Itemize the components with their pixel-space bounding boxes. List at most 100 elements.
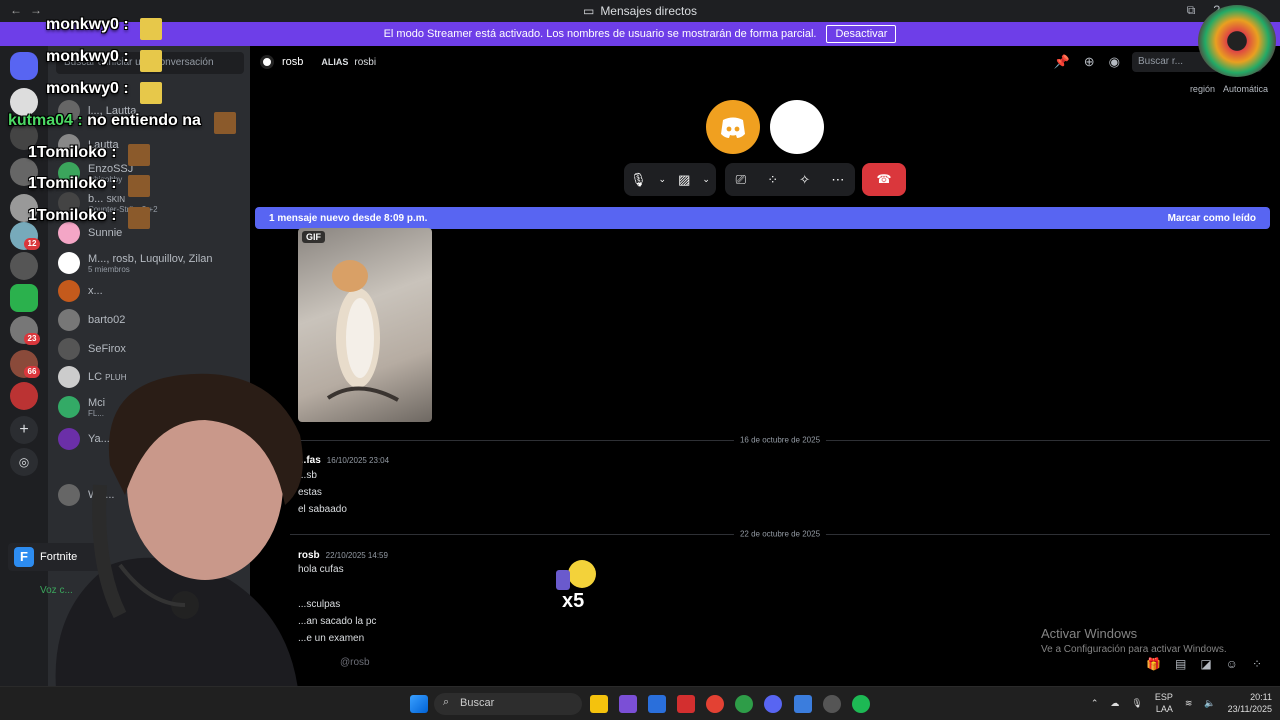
app-icon[interactable] <box>794 695 812 713</box>
disable-streamer-button[interactable]: Desactivar <box>826 25 897 43</box>
date-divider-text: 22 de octubre de 2025 <box>733 529 827 539</box>
dm-name: EnzoSSJ <box>88 162 134 175</box>
banner-text: El modo Streamer está activado. Los nomb… <box>383 28 817 40</box>
streamer-mode-banner: El modo Streamer está activado. Los nomb… <box>0 22 1280 46</box>
chat-user: 1Tomiloko : <box>28 207 117 224</box>
streamer-logo <box>1198 5 1276 77</box>
chrome-icon[interactable] <box>735 695 753 713</box>
app-icon[interactable] <box>677 695 695 713</box>
new-messages-bar[interactable]: 1 mensaje nuevo desde 8:09 p.m. Marcar c… <box>255 207 1270 229</box>
unread-badge: 12 <box>24 238 40 250</box>
screen-share-icon[interactable]: ⎚ <box>736 172 746 188</box>
server-icon[interactable] <box>10 284 38 312</box>
gif-tag: GIF <box>302 231 325 243</box>
taskbar: ⌕ Buscar ⌃ ☁ 🎙 ESP LAA ≋ 🔈 20:11 23/11/202… <box>0 686 1280 720</box>
chat-user: monkwy0 : <box>46 16 129 33</box>
taskbar-search[interactable]: ⌕ Buscar <box>434 693 582 715</box>
call-controls-right: ⎚ ⁘ ✧ ⋯ <box>725 163 855 196</box>
language-indicator[interactable]: ESP LAA <box>1155 691 1173 715</box>
dm-tag: SKIN <box>106 194 126 204</box>
chat-message: kutma04 : no entiendo na <box>8 112 201 130</box>
avatar <box>58 222 80 244</box>
microphone-icon[interactable]: 🎙 <box>1131 698 1142 709</box>
date-divider-text: 16 de octubre de 2025 <box>733 435 827 445</box>
start-icon[interactable] <box>410 695 428 713</box>
wifi-icon[interactable]: ≋ <box>1185 698 1193 709</box>
chat-user: 1Tomiloko : <box>28 175 117 192</box>
add-friend-icon[interactable]: ⊕ <box>1084 54 1095 70</box>
unread-badge: 23 <box>24 333 40 345</box>
discord-icon[interactable] <box>764 695 782 713</box>
dm-name: b... <box>88 192 104 205</box>
app-icon[interactable] <box>619 695 637 713</box>
gif-icon[interactable]: ▤ <box>1175 657 1186 671</box>
emote-icon <box>128 144 150 166</box>
store-icon[interactable] <box>648 695 666 713</box>
chevron-down-icon[interactable]: ⌄ <box>702 174 710 185</box>
message-input[interactable]: @rosb <box>290 649 1030 677</box>
mark-read-button[interactable]: Marcar como leído <box>1168 213 1256 224</box>
chat-user: kutma04 : <box>8 112 83 129</box>
date-divider: 16 de octubre de 2025 <box>290 435 1270 445</box>
file-explorer-icon[interactable] <box>590 695 608 713</box>
chevron-down-icon[interactable]: ⌄ <box>659 174 667 185</box>
profile-icon[interactable]: ◉ <box>1109 54 1120 70</box>
dm-item[interactable]: barto02 <box>58 307 243 333</box>
avatar <box>58 338 80 360</box>
volume-icon[interactable]: 🔈 <box>1204 698 1215 709</box>
dm-main: rosb ALIAS rosbi 📌 ⊕ ◉ Buscar r... regió… <box>250 46 1280 686</box>
reward-overlay: x5 <box>550 556 606 618</box>
pin-icon[interactable]: 📌 <box>1054 54 1070 70</box>
dm-name: M..., rosb, Luquillov, Zilan <box>88 252 213 265</box>
dm-item[interactable]: x... <box>58 278 243 304</box>
gift-icon[interactable]: 🎁 <box>1146 657 1161 671</box>
dm-item[interactable]: M..., rosb, Luquillov, Zilan 5 miembros <box>58 250 243 276</box>
forward-icon[interactable]: → <box>30 3 42 17</box>
clock[interactable]: 20:11 23/11/2025 <box>1228 691 1272 715</box>
microphone-icon[interactable]: 🎙 <box>630 172 647 188</box>
search-icon: ⌕ <box>443 696 450 708</box>
back-icon[interactable]: ← <box>10 3 22 17</box>
emoji-icon[interactable]: ☺ <box>1226 657 1238 671</box>
chevron-up-icon[interactable]: ⌃ <box>1091 698 1099 709</box>
emote-icon <box>140 18 162 40</box>
nav-arrows[interactable]: ← → <box>10 3 42 17</box>
monitor-icon[interactable]: ⧉ <box>1187 3 1196 18</box>
call-avatar-discord <box>706 100 760 154</box>
region-value: Automática <box>1222 84 1268 94</box>
server-icon[interactable] <box>10 252 38 280</box>
chat-message: 1Tomiloko : <box>28 207 117 225</box>
watermark-title: Activar Windows <box>1041 626 1138 641</box>
region-selector[interactable]: región Automática <box>1190 84 1268 94</box>
webcam-overlay <box>55 373 303 720</box>
avatar <box>58 309 80 331</box>
cloud-icon[interactable]: ☁ <box>1110 698 1119 709</box>
steam-icon[interactable] <box>823 695 841 713</box>
call-avatar-user <box>770 100 824 154</box>
watermark-sub: Ve a Configuración para activar Windows. <box>1041 644 1227 655</box>
dm-item[interactable]: SeFirox <box>58 336 243 362</box>
sticker-icon[interactable]: ◪ <box>1200 657 1211 671</box>
emote-icon <box>128 175 150 197</box>
system-tray: ⌃ ☁ 🎙 ESP LAA ≋ 🔈 20:11 23/11/2025 <box>1091 691 1272 715</box>
chat-message: 1Tomiloko : <box>28 175 117 193</box>
dm-name: Sunnie <box>88 227 123 239</box>
spotify-icon[interactable] <box>852 695 870 713</box>
new-messages-text: 1 mensaje nuevo desde 8:09 p.m. <box>269 212 428 224</box>
apps-icon[interactable]: ⁘ <box>1252 657 1262 671</box>
emote-icon <box>140 50 162 72</box>
camera-off-icon[interactable]: ▨ <box>678 172 690 188</box>
call-controls-left: 🎙 ⌄ ▨ ⌄ <box>624 163 716 196</box>
hangup-button[interactable]: ☎ <box>862 163 906 196</box>
header-username: rosb <box>282 56 304 68</box>
more-icon[interactable]: ⋯ <box>831 172 844 188</box>
soundboard-icon[interactable]: ✧ <box>799 172 810 188</box>
dm-name: x... <box>88 285 103 297</box>
alias-label: ALIAS <box>321 57 349 67</box>
clock-date: 23/11/2025 <box>1227 704 1272 714</box>
chat-message: monkwy0 : <box>46 80 129 98</box>
emote-icon <box>140 82 162 104</box>
chrome-icon[interactable] <box>706 695 724 713</box>
home-button[interactable] <box>10 52 38 80</box>
activities-icon[interactable]: ⁘ <box>767 172 778 188</box>
